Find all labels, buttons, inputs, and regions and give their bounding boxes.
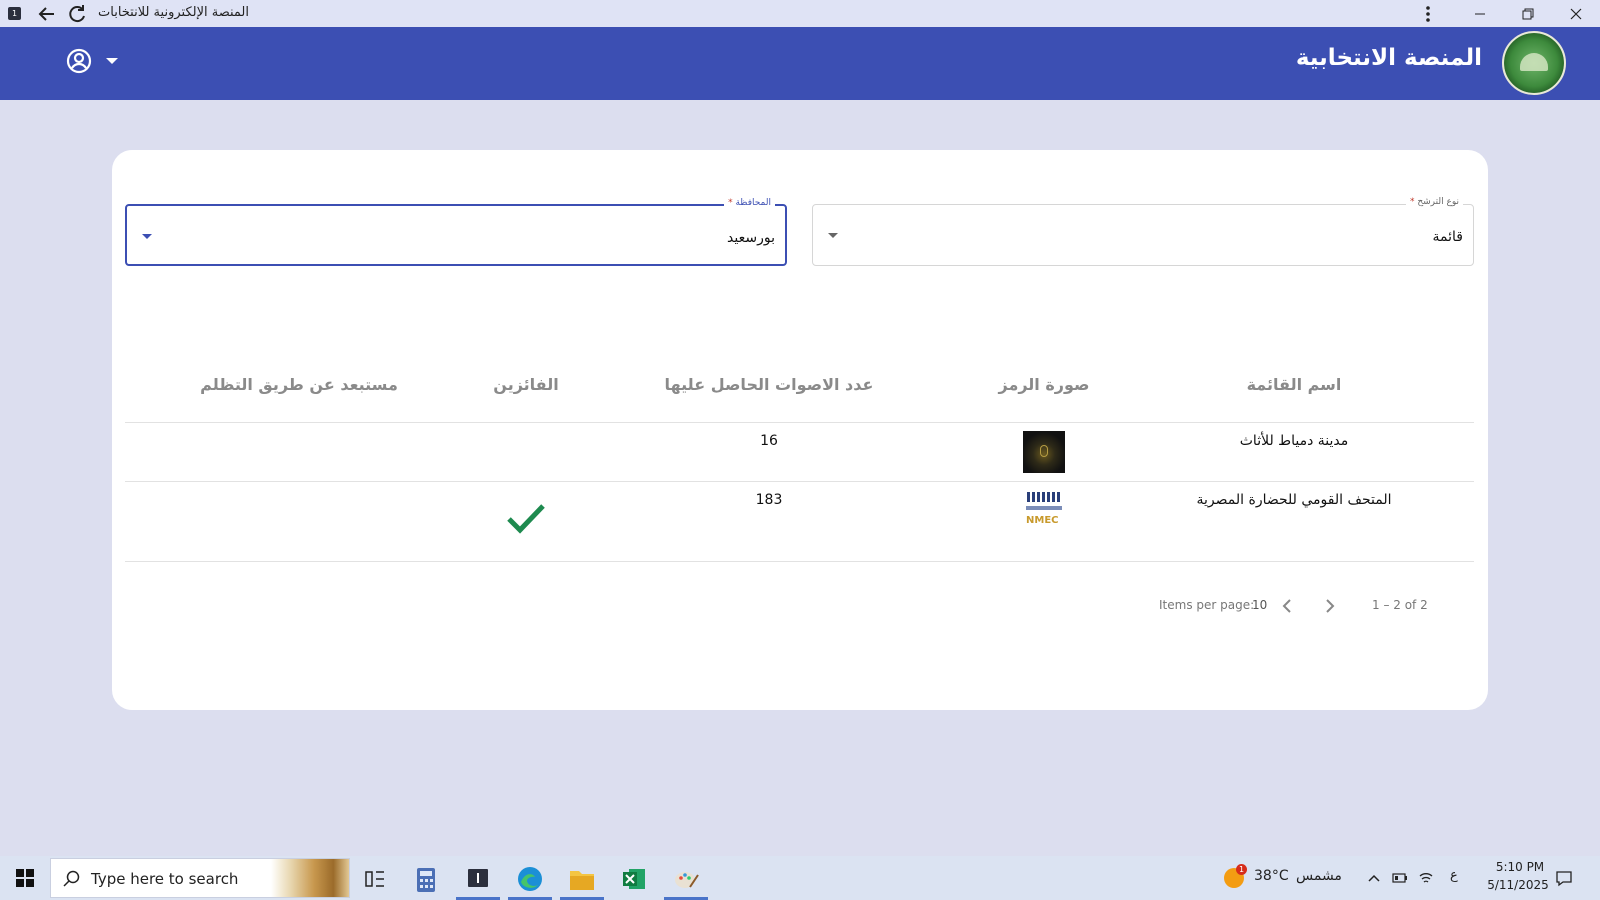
app-title: المنصة الانتخابية [1295,45,1482,71]
chevron-up-icon[interactable] [1366,870,1382,886]
candidacy-type-value: قائمة [1432,229,1463,245]
governorate-label: المحافظة * [724,198,775,208]
close-icon[interactable] [1566,4,1586,24]
calculator-icon [417,868,435,892]
page-size-select[interactable]: 10 [1252,598,1267,612]
excel-button[interactable] [612,860,656,900]
window-title: المنصة الإلكترونية للانتخابات [98,5,249,20]
active-app-button[interactable] [456,860,500,900]
restore-icon[interactable] [1518,4,1538,24]
more-options-icon[interactable] [1418,4,1438,24]
candidacy-type-select[interactable]: نوع الترشح * قائمة [812,197,1474,266]
edge-browser-button[interactable] [508,860,552,900]
input-language[interactable]: ع [1450,868,1458,883]
column-header-votes: عدد الاصوات الحاصل عليها [664,375,874,394]
nmec-logo: NMEC [1023,490,1065,532]
reload-icon[interactable] [66,3,88,25]
governorate-value: بورسعيد [727,230,775,246]
folder-icon [570,871,594,890]
edge-browser-icon [518,867,542,891]
calculator-button[interactable] [404,860,448,900]
next-page-icon[interactable] [1319,596,1339,616]
candidacy-type-label: نوع الترشح * [1405,197,1463,207]
results-card: نوع الترشح * قائمة المحافظة * بورسعيد اس… [112,150,1488,710]
browser-title-bar: 1 المنصة الإلكترونية للانتخابات [0,0,1600,27]
paint-icon [675,872,699,888]
list-name-cell: مدينة دمياط للأثاث [1239,433,1349,449]
table-row: المتحف القومي للحضارة المصرية NMEC 183 [125,482,1474,562]
paint-app-button[interactable] [664,860,708,900]
search-icon [63,870,80,887]
dropdown-arrow-icon[interactable] [827,232,839,240]
taskbar-search-box[interactable]: Type here to search [50,858,350,898]
weather-condition[interactable]: مشمس [1296,868,1342,884]
search-placeholder: Type here to search [91,870,239,888]
account-circle-icon[interactable] [66,48,92,74]
table-header: اسم القائمة صورة الرمز عدد الاصوات الحاص… [125,365,1474,423]
task-view-button[interactable] [352,860,396,900]
file-explorer-button[interactable] [560,860,604,900]
notification-center-icon[interactable] [1555,869,1573,887]
list-name-cell: المتحف القومي للحضارة المصرية [1196,492,1392,508]
votes-cell: 183 [755,492,783,508]
task-view-icon [365,871,384,887]
dark-emblem-logo [1023,431,1065,473]
battery-icon[interactable] [1392,870,1408,886]
account-menu-caret-icon[interactable] [104,56,120,66]
back-arrow-icon[interactable] [36,3,58,25]
page-range-label: 1 – 2 of 2 [1372,598,1428,612]
terminal-app-icon [468,869,488,887]
winner-check-icon [507,504,545,534]
weather-badge: 1 [1236,864,1247,875]
search-highlight-image [271,859,349,897]
weather-temperature[interactable]: 38°C [1254,868,1289,884]
clock-time[interactable]: 5:10 PM [1488,860,1552,874]
clock-date[interactable]: 5/11/2025 [1482,878,1554,892]
governorate-select[interactable]: المحافظة * بورسعيد [125,198,787,266]
wifi-icon[interactable] [1418,870,1434,886]
column-header-list-name: اسم القائمة [1246,375,1342,394]
previous-page-icon[interactable] [1278,596,1298,616]
windows-taskbar: Type here to search 1 38°C مشمس ع 5:10 P… [0,856,1600,900]
minimize-icon[interactable] [1470,4,1490,24]
dropdown-arrow-icon[interactable] [141,233,153,241]
elections-logo [1502,31,1566,95]
column-header-symbol: صورة الرمز [998,375,1090,394]
excel-icon [623,869,645,889]
app-icon: 1 [8,7,21,20]
table-row: مدينة دمياط للأثاث 16 [125,423,1474,482]
app-header: المنصة الانتخابية [0,27,1600,100]
votes-cell: 16 [760,433,778,449]
column-header-winners: الفائزين [493,375,559,394]
windows-start-icon[interactable] [16,869,34,887]
items-per-page-label: Items per page: [1159,598,1255,612]
column-header-excluded: مستبعد عن طريق التظلم [200,375,398,394]
